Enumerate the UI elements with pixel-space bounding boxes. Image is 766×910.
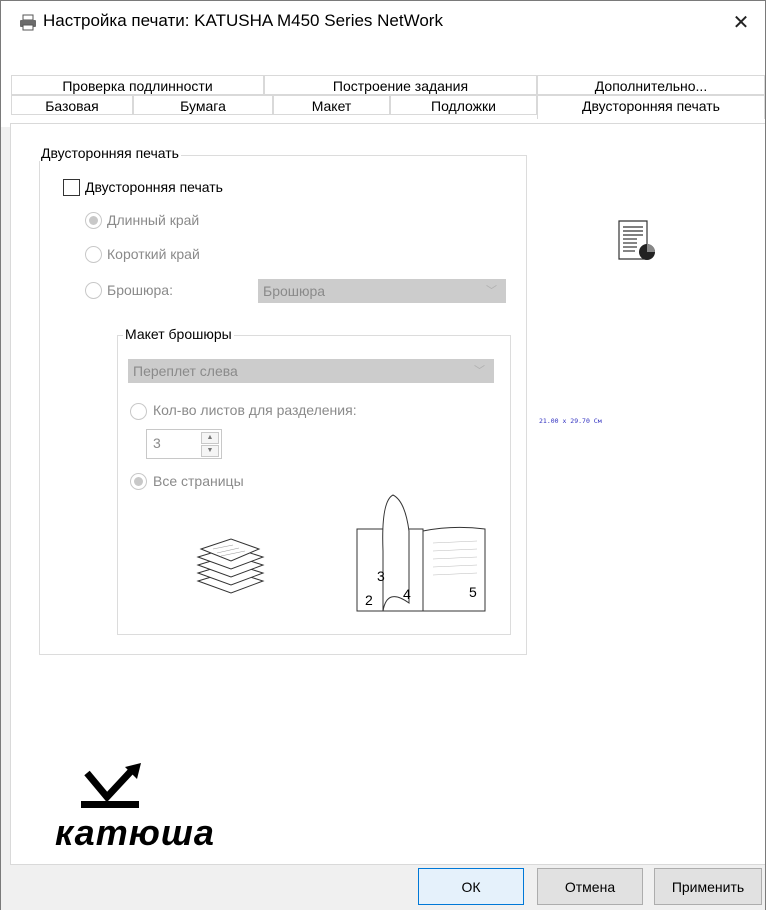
close-icon: ✕ (732, 11, 750, 34)
katusha-logo-text: катюша (55, 812, 215, 853)
ok-button[interactable]: ОК (418, 868, 524, 905)
stepper-down-icon[interactable]: ▼ (201, 445, 219, 457)
page-number-4: 4 (403, 586, 411, 602)
chevron-down-icon: ﹀ (474, 365, 485, 377)
page-number-5: 5 (469, 584, 477, 600)
page-preview-icon (618, 220, 655, 260)
short-edge-label: Короткий край (107, 246, 200, 262)
tab-advanced[interactable]: Дополнительно... (537, 75, 765, 95)
duplex-checkbox-label: Двусторонняя печать (85, 179, 223, 195)
binding-select-value: Переплет слева (133, 363, 238, 379)
tab-paper[interactable]: Бумага (133, 95, 273, 115)
sheets-stepper[interactable]: 3 ▲ ▼ (146, 429, 222, 459)
all-pages-radio[interactable] (130, 473, 147, 490)
binding-select[interactable]: Переплет слева ﹀ (128, 359, 494, 383)
dialog-footer (1, 865, 765, 910)
page-number-2: 2 (365, 592, 373, 608)
stepper-up-icon[interactable]: ▲ (201, 432, 219, 444)
sheets-stepper-value: 3 (153, 435, 161, 451)
booklet-layout-label: Макет брошюры (123, 326, 234, 342)
duplex-group-label: Двусторонняя печать (39, 145, 181, 161)
printer-icon (20, 14, 36, 31)
close-button[interactable]: ✕ (717, 1, 765, 43)
katusha-logo: катюша (55, 763, 215, 853)
sheets-split-radio[interactable] (130, 403, 147, 420)
short-edge-radio[interactable] (85, 246, 102, 263)
booklet-pages-icon: 2 3 4 5 (356, 494, 486, 612)
tab-watermarks[interactable]: Подложки (390, 95, 537, 115)
page-number-3: 3 (377, 568, 385, 584)
cancel-button[interactable]: Отмена (537, 868, 643, 905)
tab-authentication[interactable]: Проверка подлинности (11, 75, 264, 95)
long-edge-label: Длинный край (107, 212, 200, 228)
tab-layout[interactable]: Макет (273, 95, 390, 115)
tab-job-build[interactable]: Построение задания (264, 75, 537, 95)
title-bar: Настройка печати: KATUSHA M450 Series Ne… (1, 1, 765, 43)
print-settings-dialog: Настройка печати: KATUSHA M450 Series Ne… (0, 0, 766, 910)
tab-duplex[interactable]: Двусторонняя печать (537, 95, 765, 119)
apply-button[interactable]: Применить (654, 868, 762, 905)
long-edge-radio[interactable] (85, 212, 102, 229)
window-title: Настройка печати: KATUSHA M450 Series Ne… (43, 11, 443, 30)
booklet-select[interactable]: Брошюра ﹀ (258, 279, 506, 303)
tab-strip: Проверка подлинности Построение задания … (1, 43, 765, 127)
chevron-down-icon: ﹀ (486, 285, 497, 297)
booklet-radio[interactable] (85, 282, 102, 299)
stacked-sheets-icon (196, 538, 265, 594)
booklet-label: Брошюра: (107, 282, 173, 298)
all-pages-label: Все страницы (153, 473, 244, 489)
sheets-split-label: Кол-во листов для разделения: (153, 402, 357, 418)
duplex-checkbox[interactable] (63, 179, 80, 196)
paper-dimensions: 21.00 x 29.70 См (539, 417, 602, 425)
booklet-select-value: Брошюра (263, 283, 326, 299)
tab-basic[interactable]: Базовая (11, 95, 133, 115)
